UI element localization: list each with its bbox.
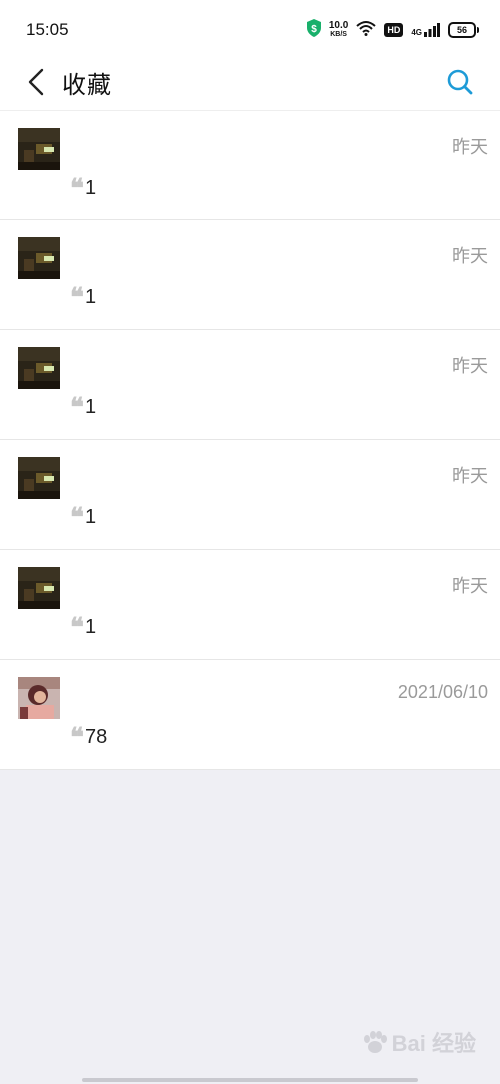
search-button[interactable] xyxy=(440,62,480,102)
favorite-item[interactable]: 昨天 ❝ 1 xyxy=(0,330,500,440)
status-icons: $ 10.0 KB/S HD 4G 56 xyxy=(306,18,479,42)
back-arrow-icon xyxy=(28,68,44,96)
quote-icon: ❝ xyxy=(70,173,84,204)
favorite-date: 昨天 xyxy=(452,137,488,157)
home-indicator[interactable] xyxy=(82,1078,418,1082)
favorite-text: 1 xyxy=(85,177,97,199)
favorite-item[interactable]: 2021/06/10 ❝ 78 xyxy=(0,660,500,770)
favorite-quote: ❝ 1 xyxy=(70,173,97,204)
favorite-item[interactable]: 昨天 ❝ 1 xyxy=(0,110,500,220)
favorite-item[interactable]: 昨天 ❝ 1 xyxy=(0,220,500,330)
favorite-item[interactable]: 昨天 ❝ 1 xyxy=(0,550,500,660)
net-speed-unit: KB/S xyxy=(330,31,347,38)
signal-bars-icon xyxy=(424,23,440,37)
avatar[interactable] xyxy=(18,237,60,279)
favorite-quote: ❝ 1 xyxy=(70,502,97,533)
avatar[interactable] xyxy=(18,347,60,389)
paw-icon xyxy=(363,1031,387,1053)
cell-signal: 4G xyxy=(411,23,440,37)
status-time: 15:05 xyxy=(26,20,69,39)
favorite-text: 1 xyxy=(85,396,97,418)
network-type: 4G xyxy=(411,28,422,37)
quote-icon: ❝ xyxy=(70,502,84,533)
page-title: 收藏 xyxy=(62,72,112,99)
avatar[interactable] xyxy=(18,677,60,719)
avatar[interactable] xyxy=(18,567,60,609)
favorite-date: 昨天 xyxy=(452,356,488,376)
favorite-text: 78 xyxy=(85,726,108,748)
favorite-item[interactable]: 昨天 ❝ 1 xyxy=(0,440,500,550)
favorite-quote: ❝ 1 xyxy=(70,282,97,313)
favorite-text: 1 xyxy=(85,616,97,638)
watermark: Bai 经验 xyxy=(362,1026,476,1058)
search-icon xyxy=(447,69,473,95)
watermark-text: Bai 经验 xyxy=(391,1031,476,1056)
app-header: 收藏 xyxy=(0,58,500,110)
favorite-date: 昨天 xyxy=(452,576,488,596)
avatar[interactable] xyxy=(18,457,60,499)
battery-icon: 56 xyxy=(448,22,479,38)
favorite-quote: ❝ 1 xyxy=(70,612,97,643)
net-speed-value: 10.0 xyxy=(328,20,349,31)
favorite-date: 2021/06/10 xyxy=(397,682,488,702)
back-button[interactable] xyxy=(16,62,56,102)
svg-text:$: $ xyxy=(311,24,317,35)
security-shield-icon: $ xyxy=(306,18,321,42)
status-bar: 15:05 $ 10.0 KB/S HD 4G 56 xyxy=(0,0,500,58)
favorite-text: 1 xyxy=(85,286,97,308)
hd-badge: HD xyxy=(384,23,404,37)
favorite-quote: ❝ 78 xyxy=(70,722,108,753)
favorite-date: 昨天 xyxy=(452,466,488,486)
quote-icon: ❝ xyxy=(70,612,84,643)
quote-icon: ❝ xyxy=(70,722,84,753)
wifi-icon xyxy=(356,20,376,41)
favorite-date: 昨天 xyxy=(452,246,488,266)
quote-icon: ❝ xyxy=(70,392,84,423)
favorites-list: 昨天 ❝ 1 昨天 ❝ 1 昨天 ❝ 1 昨天 ❝ 1 昨天 ❝ 1 2021/… xyxy=(0,110,500,770)
avatar[interactable] xyxy=(18,128,60,170)
favorite-quote: ❝ 1 xyxy=(70,392,97,423)
net-speed: 10.0 KB/S xyxy=(329,21,348,39)
quote-icon: ❝ xyxy=(70,282,84,313)
favorite-text: 1 xyxy=(85,506,97,528)
